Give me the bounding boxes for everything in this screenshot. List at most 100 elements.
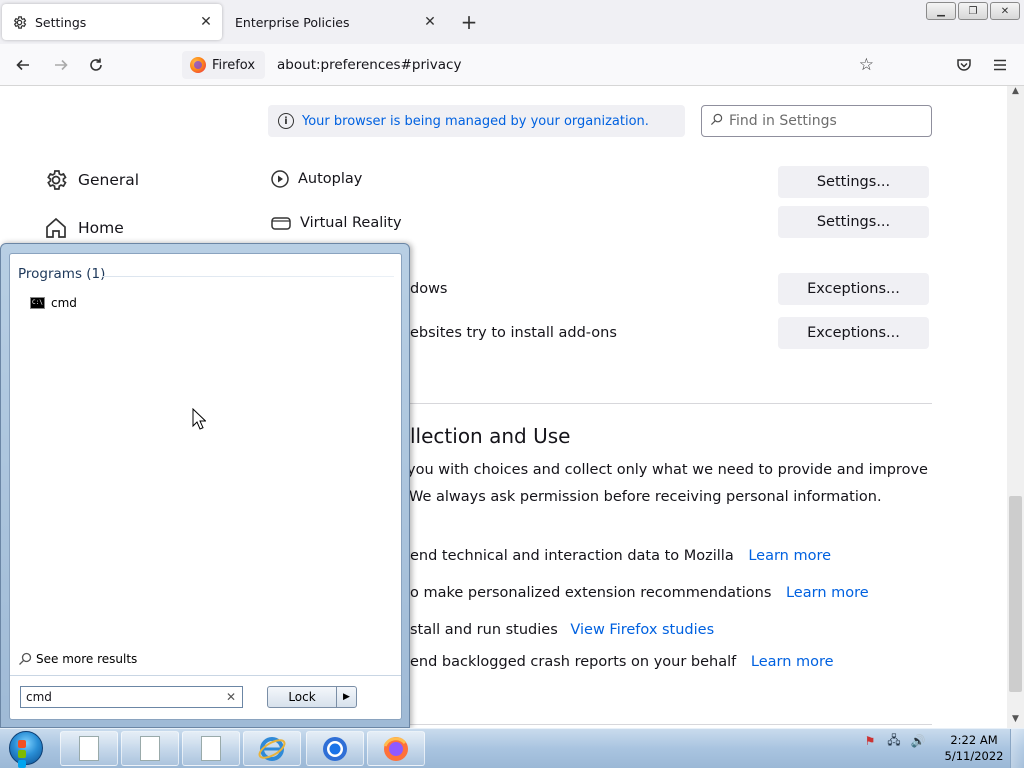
data-collection-title: llection and Use: [410, 424, 571, 448]
see-more-label: See more results: [36, 652, 138, 666]
extension-recommendations-option[interactable]: o make personalized extension recommenda…: [410, 585, 869, 601]
scroll-up-arrow-icon[interactable]: ▲: [1007, 86, 1024, 100]
close-tab-icon[interactable]: ✕: [196, 12, 216, 32]
tab-strip: Settings ✕ Enterprise Policies ✕ + ▁ ❐ ✕: [0, 0, 1024, 44]
gear-icon: [11, 14, 27, 30]
identity-box[interactable]: Firefox: [182, 51, 266, 79]
blank-document-icon: [201, 736, 221, 761]
view-studies-link[interactable]: View Firefox studies: [570, 622, 714, 638]
clear-search-icon[interactable]: ✕: [226, 690, 236, 704]
see-more-results-link[interactable]: See more results: [18, 652, 137, 666]
clock-date: 5/11/2022: [944, 749, 1004, 763]
page-scrollbar[interactable]: ▲ ▼: [1007, 86, 1024, 728]
permission-label: Autoplay: [298, 171, 363, 187]
permission-autoplay: Autoplay: [270, 169, 362, 189]
category-label: General: [78, 171, 140, 189]
option-label: o make personalized extension recommenda…: [410, 585, 772, 601]
data-collection-description: you with choices and collect only what w…: [407, 462, 928, 478]
find-in-settings-input[interactable]: Find in Settings: [701, 105, 932, 137]
start-menu-results-panel: Programs (1) C:\ cmd See more results: [9, 253, 402, 720]
start-orb-icon[interactable]: [4, 730, 48, 768]
program-item-cmd[interactable]: C:\ cmd: [30, 296, 77, 310]
window-controls: ▁ ❐ ✕: [926, 2, 1020, 20]
home-icon: [46, 217, 66, 238]
bookmark-star-icon[interactable]: ☆: [859, 55, 874, 75]
taskbar-item-chrome[interactable]: [306, 731, 364, 766]
tab-enterprise-policies[interactable]: Enterprise Policies ✕: [228, 4, 446, 40]
lock-label: Lock: [288, 690, 316, 704]
scroll-down-arrow-icon[interactable]: ▼: [1007, 714, 1024, 728]
taskbar-item-internet-explorer[interactable]: [243, 731, 301, 766]
start-search-input[interactable]: cmd ✕: [20, 686, 243, 708]
section-divider: [410, 724, 932, 725]
internet-explorer-icon: [258, 736, 286, 761]
taskbar-item-document[interactable]: [182, 731, 240, 766]
studies-option[interactable]: stall and run studies View Firefox studi…: [410, 622, 714, 638]
reload-icon[interactable]: [83, 53, 109, 77]
category-label: Home: [78, 219, 124, 237]
volume-icon[interactable]: 🔊: [910, 733, 926, 749]
vr-headset-icon: [271, 217, 291, 230]
action-center-flag-icon[interactable]: ⚑: [862, 733, 878, 749]
lock-button[interactable]: Lock ▶: [267, 686, 357, 708]
results-divider: [10, 675, 401, 676]
learn-more-link[interactable]: Learn more: [751, 654, 834, 670]
taskbar-item-document[interactable]: [60, 731, 118, 766]
hamburger-menu-icon[interactable]: [987, 53, 1013, 77]
popup-exceptions-button[interactable]: Exceptions...: [778, 273, 929, 305]
close-tab-icon[interactable]: ✕: [420, 12, 440, 32]
addons-warning-label: ebsites try to install add-ons: [410, 325, 617, 341]
programs-divider: [102, 276, 394, 277]
show-desktop-button[interactable]: [1010, 729, 1024, 768]
chrome-icon: [323, 736, 347, 761]
forward-arrow-icon[interactable]: [48, 53, 74, 77]
policy-banner-text[interactable]: Your browser is being managed by your or…: [302, 114, 649, 129]
programs-header: Programs (1): [18, 266, 106, 282]
addons-exceptions-button[interactable]: Exceptions...: [778, 317, 929, 349]
navigation-toolbar: Firefox about:preferences#privacy ☆: [0, 44, 1024, 86]
permission-label: Virtual Reality: [300, 215, 402, 231]
clock-time: 2:22 AM: [950, 733, 998, 747]
gear-icon: [47, 170, 67, 190]
restore-button[interactable]: ❐: [958, 2, 988, 20]
minimize-button[interactable]: ▁: [926, 2, 956, 20]
scroll-thumb[interactable]: [1009, 496, 1022, 692]
tab-title: Enterprise Policies: [235, 14, 350, 30]
taskbar-item-firefox[interactable]: [367, 731, 425, 766]
autoplay-settings-button[interactable]: Settings...: [778, 166, 929, 198]
section-divider: [410, 403, 932, 404]
permission-virtual-reality: Virtual Reality: [270, 213, 402, 233]
vr-settings-button[interactable]: Settings...: [778, 206, 929, 238]
option-label: stall and run studies: [410, 622, 558, 638]
url-text[interactable]: about:preferences#privacy: [277, 57, 461, 73]
search-value: cmd: [26, 690, 52, 704]
popup-windows-label: dows: [410, 281, 448, 297]
pocket-icon[interactable]: [951, 53, 977, 77]
back-arrow-icon[interactable]: [10, 53, 36, 77]
category-general[interactable]: General: [44, 168, 139, 192]
crash-reports-option[interactable]: end backlogged crash reports on your beh…: [410, 654, 834, 670]
program-label: cmd: [51, 296, 77, 310]
learn-more-link[interactable]: Learn more: [786, 585, 869, 601]
power-options-arrow-icon[interactable]: ▶: [336, 687, 356, 707]
search-icon: [19, 652, 32, 665]
data-collection-description: We always ask permission before receivin…: [409, 489, 882, 505]
autoplay-icon: [271, 170, 289, 188]
start-menu: Programs (1) C:\ cmd See more results: [0, 243, 410, 728]
option-label: end technical and interaction data to Mo…: [410, 548, 734, 564]
learn-more-link[interactable]: Learn more: [748, 548, 831, 564]
taskbar-clock[interactable]: 2:22 AM 5/11/2022: [944, 732, 1004, 764]
taskbar-item-document[interactable]: [121, 731, 179, 766]
network-icon[interactable]: 🖧: [886, 733, 902, 749]
firefox-logo-icon: [190, 57, 206, 73]
telemetry-option[interactable]: end technical and interaction data to Mo…: [410, 548, 831, 564]
blank-document-icon: [79, 736, 99, 761]
close-window-button[interactable]: ✕: [990, 2, 1020, 20]
system-tray: ⚑ 🖧 🔊: [862, 733, 926, 749]
tab-settings[interactable]: Settings ✕: [2, 4, 222, 40]
policy-banner[interactable]: i Your browser is being managed by your …: [268, 105, 685, 137]
new-tab-icon[interactable]: +: [458, 12, 480, 34]
url-bar[interactable]: Firefox about:preferences#privacy ☆: [182, 49, 882, 81]
category-home[interactable]: Home: [44, 216, 124, 240]
search-placeholder: Find in Settings: [729, 113, 837, 129]
